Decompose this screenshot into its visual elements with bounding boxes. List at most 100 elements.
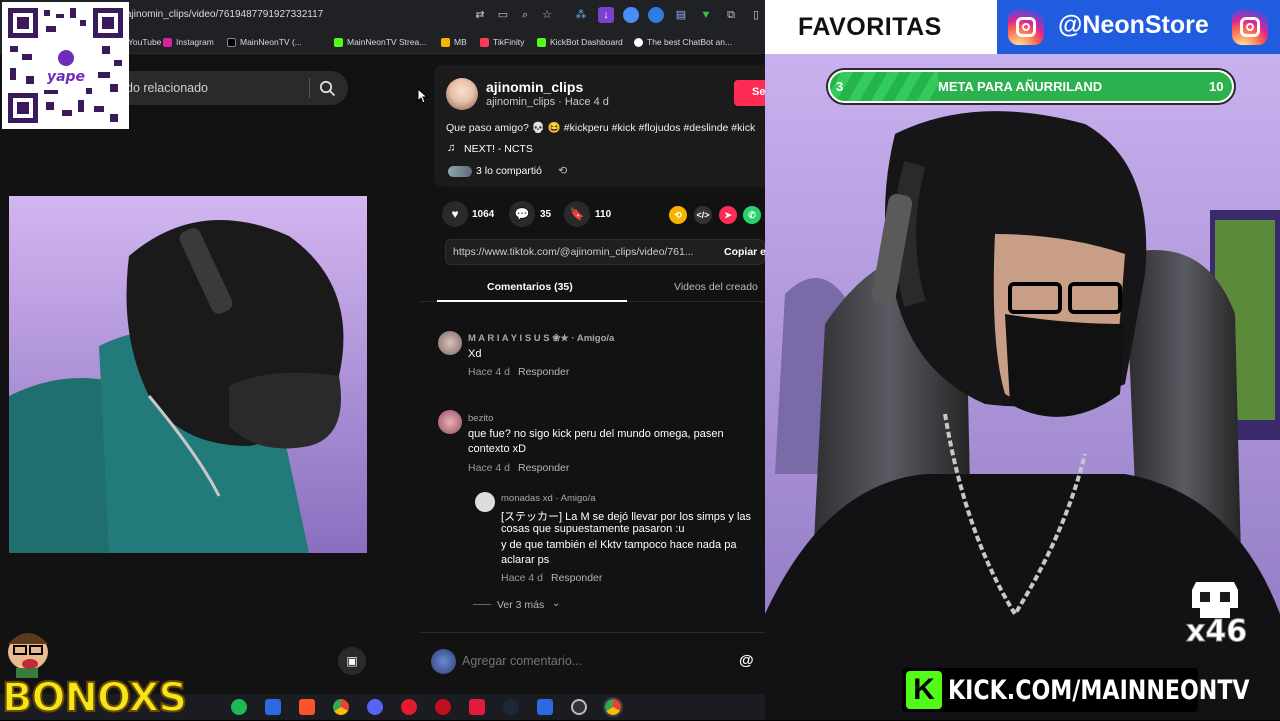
extension-icon[interactable] bbox=[648, 7, 664, 23]
comment-username[interactable]: M A R I A Y I S U S ❀★ · Amigo/a bbox=[468, 333, 614, 344]
steam-icon[interactable] bbox=[503, 699, 519, 715]
shared-avatars bbox=[448, 166, 472, 177]
creator-username[interactable]: ajinomin_clips bbox=[486, 79, 583, 95]
comment-count: 35 bbox=[540, 209, 552, 220]
qr-code-image: yape bbox=[6, 6, 125, 125]
repost-icon: ⟲ bbox=[558, 165, 568, 177]
spotify-icon[interactable] bbox=[231, 699, 247, 715]
comment-username[interactable]: monadas xd · Amigo/a bbox=[501, 493, 596, 504]
send-icon[interactable]: ➤ bbox=[719, 206, 737, 224]
copy-link-button[interactable]: Copiar e bbox=[724, 246, 765, 258]
post-link[interactable]: https://www.tiktok.com/@ajinomin_clips/v… bbox=[453, 246, 694, 258]
tab-creator-videos[interactable]: Videos del creado bbox=[674, 281, 758, 293]
reply-button[interactable]: Responder bbox=[518, 462, 569, 474]
reply-button[interactable]: Responder bbox=[518, 366, 569, 378]
zoom-icon[interactable]: ⌕ bbox=[517, 7, 533, 23]
goal-current: 3 bbox=[836, 79, 844, 94]
commenter-avatar[interactable] bbox=[438, 410, 462, 434]
kick-channel-url: KICK.COM/MAINNEONTV bbox=[948, 675, 1250, 706]
save-button[interactable]: 🔖 bbox=[564, 201, 590, 227]
extension-icon[interactable] bbox=[623, 7, 639, 23]
comment-username[interactable]: bezito bbox=[468, 413, 493, 424]
comment-icon: 💬 bbox=[514, 207, 530, 221]
commenter-avatar[interactable] bbox=[438, 331, 462, 355]
obs-icon[interactable] bbox=[571, 699, 587, 715]
instagram-icon bbox=[163, 37, 172, 47]
chevron-down-icon: ⌄ bbox=[552, 598, 561, 609]
bookmark-label: KickBot Dashboard bbox=[550, 37, 623, 47]
bookmark-youtube[interactable]: YouTube bbox=[128, 35, 161, 49]
like-button[interactable]: ♥ bbox=[442, 201, 468, 227]
opera-gx-icon[interactable] bbox=[435, 699, 451, 715]
comment-time: Hace 4 d bbox=[468, 462, 511, 474]
x-icon bbox=[227, 37, 236, 47]
puzzle-icon[interactable]: ⧉ bbox=[723, 7, 739, 23]
tab-comments[interactable]: Comentarios (35) bbox=[487, 281, 573, 293]
embed-icon[interactable]: </> bbox=[694, 206, 712, 224]
bookmark-tikfinity[interactable]: TikFinity bbox=[480, 35, 524, 49]
mouse-cursor-icon bbox=[417, 88, 427, 104]
bookmark-chatbot[interactable]: The best ChatBot an... bbox=[634, 35, 732, 49]
comment-text: contexto xD bbox=[468, 443, 527, 455]
bookmark-mb[interactable]: MB bbox=[441, 35, 467, 49]
bookmark-kickbot[interactable]: KickBot Dashboard bbox=[537, 35, 623, 49]
goal-label: META PARA AÑURRILAND bbox=[938, 79, 1103, 94]
extension-icon[interactable]: ▤ bbox=[673, 7, 689, 23]
follow-label: Se bbox=[752, 86, 765, 98]
creator-subline: ajinomin_clips · Hace 4 d bbox=[486, 96, 609, 108]
shared-count[interactable]: 3 lo compartió bbox=[476, 165, 542, 177]
translate-icon[interactable]: ⇄ bbox=[472, 7, 488, 23]
comment-input[interactable] bbox=[462, 650, 732, 672]
app-icon[interactable] bbox=[265, 699, 281, 715]
whatsapp-icon[interactable]: ✆ bbox=[743, 206, 761, 224]
svg-text:yape: yape bbox=[47, 69, 85, 85]
bonoxs-banner: BONOXS bbox=[1, 675, 188, 721]
commenter-avatar[interactable] bbox=[475, 492, 495, 512]
chrome-icon[interactable] bbox=[603, 697, 623, 717]
bookmark-instagram[interactable]: Instagram bbox=[163, 35, 214, 49]
view-more-replies[interactable]: Ver 3 más bbox=[497, 599, 544, 611]
music-title[interactable]: NEXT! - NCTS bbox=[464, 143, 533, 155]
divider bbox=[309, 78, 310, 98]
extension-icon[interactable]: ▼ bbox=[698, 7, 714, 23]
comment-text: cosas que supuestamente pasaron :u bbox=[501, 523, 685, 535]
star-icon[interactable]: ☆ bbox=[539, 7, 555, 23]
comment-text: que fue? no sigo kick peru del mundo ome… bbox=[468, 428, 724, 440]
bookmark-label: MB bbox=[454, 37, 467, 47]
download-extension-icon[interactable]: ↓ bbox=[598, 7, 614, 23]
discord-icon[interactable] bbox=[367, 699, 383, 715]
creator-avatar[interactable] bbox=[446, 78, 478, 110]
sidebar-icon[interactable]: ▯ bbox=[748, 7, 764, 23]
divider bbox=[473, 604, 491, 605]
extension-icon[interactable]: ⁂ bbox=[573, 7, 589, 23]
tab-active-indicator bbox=[437, 300, 627, 302]
own-avatar bbox=[431, 649, 456, 674]
url-text[interactable]: ajinomin_clips/video/7619487791927332117 bbox=[126, 9, 323, 20]
kickbot-icon bbox=[537, 37, 546, 47]
brave-icon[interactable] bbox=[299, 699, 315, 715]
favoritas-title: FAVORITAS bbox=[798, 13, 942, 41]
search-input[interactable]: do relacionado bbox=[126, 81, 208, 95]
chrome-icon[interactable] bbox=[333, 699, 349, 715]
video-player[interactable] bbox=[9, 196, 367, 553]
bookmark-x[interactable]: MainNeonTV (... bbox=[227, 35, 302, 49]
goal-progress-fill bbox=[830, 72, 938, 101]
opera-icon[interactable] bbox=[401, 699, 417, 715]
instagram-handle: @NeonStore bbox=[1058, 11, 1209, 39]
bookmark-label: MainNeonTV (... bbox=[240, 37, 302, 47]
mention-icon[interactable]: @ bbox=[739, 652, 754, 669]
search-icon[interactable] bbox=[319, 80, 336, 97]
media-player-icon[interactable] bbox=[469, 699, 485, 715]
comment-button[interactable]: 💬 bbox=[509, 201, 535, 227]
pip-button[interactable]: ▣ bbox=[338, 647, 366, 675]
pip-icon: ▣ bbox=[346, 654, 358, 668]
bookmark-label: MainNeonTV Strea... bbox=[347, 37, 427, 47]
cast-icon[interactable]: ▭ bbox=[495, 7, 511, 23]
bookmark-icon bbox=[441, 37, 450, 47]
reply-button[interactable]: Responder bbox=[551, 572, 602, 584]
app-icon[interactable] bbox=[537, 699, 553, 715]
bookmark-kick[interactable]: MainNeonTV Strea... bbox=[334, 35, 426, 49]
save-count: 110 bbox=[595, 209, 612, 220]
heart-icon: ♥ bbox=[451, 207, 459, 221]
repost-share-icon[interactable]: ⟲ bbox=[669, 206, 687, 224]
